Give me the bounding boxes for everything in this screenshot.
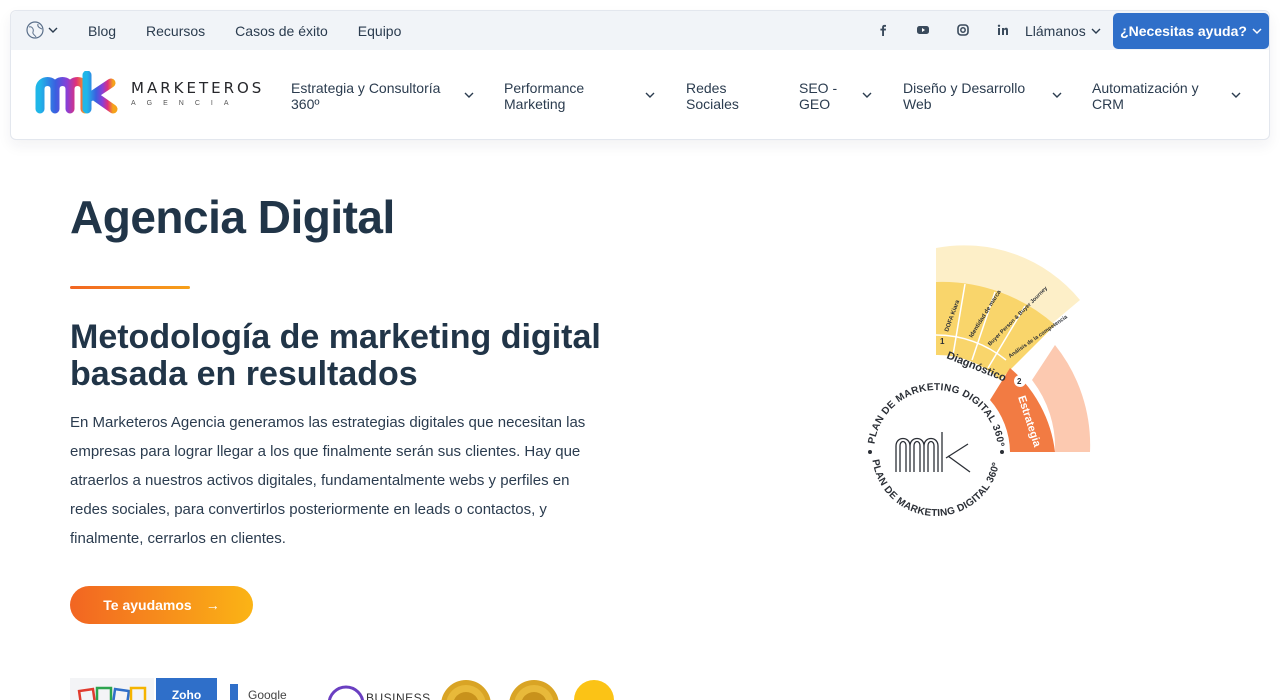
chevron-down-icon [1252, 28, 1262, 35]
google-bar [230, 684, 238, 700]
social-links [863, 23, 1023, 37]
nav-item-label: SEO - GEO [799, 80, 838, 112]
call-dropdown[interactable]: Llámanos [1025, 11, 1101, 50]
woz-badge: BUSINESS [366, 691, 431, 700]
chevron-down-icon [645, 92, 655, 98]
chevron-down-icon [1052, 92, 1062, 98]
chevron-down-icon [48, 27, 58, 33]
diagram-step2-number: 2 [1017, 377, 1022, 386]
main-nav: Estrategia y Consultoría 360º Performanc… [11, 79, 1269, 113]
page-title: Agencia Digital [70, 191, 395, 243]
chevron-down-icon [862, 92, 872, 98]
woz-logo-icon: woz [327, 685, 365, 700]
nav-item-diseno[interactable]: Diseño y Desarrollo Web [903, 79, 1073, 113]
diagram-step1-number: 1 [940, 337, 945, 346]
diagram-mk-outline-icon [895, 432, 971, 473]
top-bar: Blog Recursos Casos de éxito Equipo Llám… [11, 11, 1269, 50]
language-selector[interactable] [26, 21, 58, 39]
top-link-equipo[interactable]: Equipo [358, 23, 402, 39]
marketing-plan-diagram: 1 Diagnóstico 2 Estrategia DOFA Kiara Id… [867, 245, 1091, 519]
nav-item-estrategia[interactable]: Estrategia y Consultoría 360º [291, 79, 481, 113]
cta-button[interactable]: Te ayudamos → [70, 586, 253, 624]
top-link-recursos[interactable]: Recursos [146, 23, 205, 39]
zoho-badge: Zoho [156, 678, 217, 700]
chevron-down-icon [1231, 92, 1241, 98]
chevron-down-icon [1091, 28, 1101, 34]
diagram-ring-text-bottom: PLAN DE MARKETING DIGITAL 360º [869, 459, 1002, 519]
instagram-icon[interactable] [943, 23, 983, 37]
globe-icon [26, 21, 44, 39]
facebook-icon[interactable] [863, 23, 903, 37]
nav-item-label: Performance Marketing [504, 80, 585, 112]
google-badge: Google [248, 688, 287, 700]
award-medal-icon [441, 680, 491, 700]
hero-subtitle: Metodología de marketing digital basada … [70, 318, 601, 393]
nav-item-label: Redes Sociales [686, 80, 739, 112]
site-header: Blog Recursos Casos de éxito Equipo Llám… [10, 10, 1270, 140]
call-label: Llámanos [1025, 22, 1086, 39]
help-button[interactable]: ¿Necesitas ayuda? [1113, 13, 1269, 49]
nav-item-performance[interactable]: Performance Marketing [504, 79, 664, 113]
award-badge-icon [574, 680, 614, 700]
nav-item-seo[interactable]: SEO - GEO [799, 79, 879, 113]
nav-item-redes[interactable]: Redes Sociales [686, 79, 766, 113]
diagram-ring-text-top: PLAN DE MARKETING DIGITAL 360º [867, 382, 1006, 447]
hero-description: En Marketeros Agencia generamos las estr… [70, 414, 586, 547]
chevron-down-icon [464, 92, 474, 98]
top-links: Blog Recursos Casos de éxito Equipo [88, 11, 431, 50]
nav-item-label: Diseño y Desarrollo Web [903, 80, 1026, 112]
nav-item-label: Estrategia y Consultoría 360º [291, 80, 441, 112]
nav-item-automatizacion[interactable]: Automatización y CRM [1092, 79, 1252, 113]
top-link-casos[interactable]: Casos de éxito [235, 23, 328, 39]
title-divider [70, 286, 190, 289]
cta-label: Te ayudamos [103, 597, 192, 613]
zoho-logo-icon [70, 678, 154, 700]
top-link-blog[interactable]: Blog [88, 23, 116, 39]
nav-item-label: Automatización y CRM [1092, 80, 1199, 112]
linkedin-icon[interactable] [983, 23, 1023, 37]
help-label: ¿Necesitas ayuda? [1120, 23, 1247, 39]
award-medal-icon [509, 680, 559, 700]
arrow-right-icon: → [205, 597, 220, 613]
youtube-icon[interactable] [903, 23, 943, 37]
